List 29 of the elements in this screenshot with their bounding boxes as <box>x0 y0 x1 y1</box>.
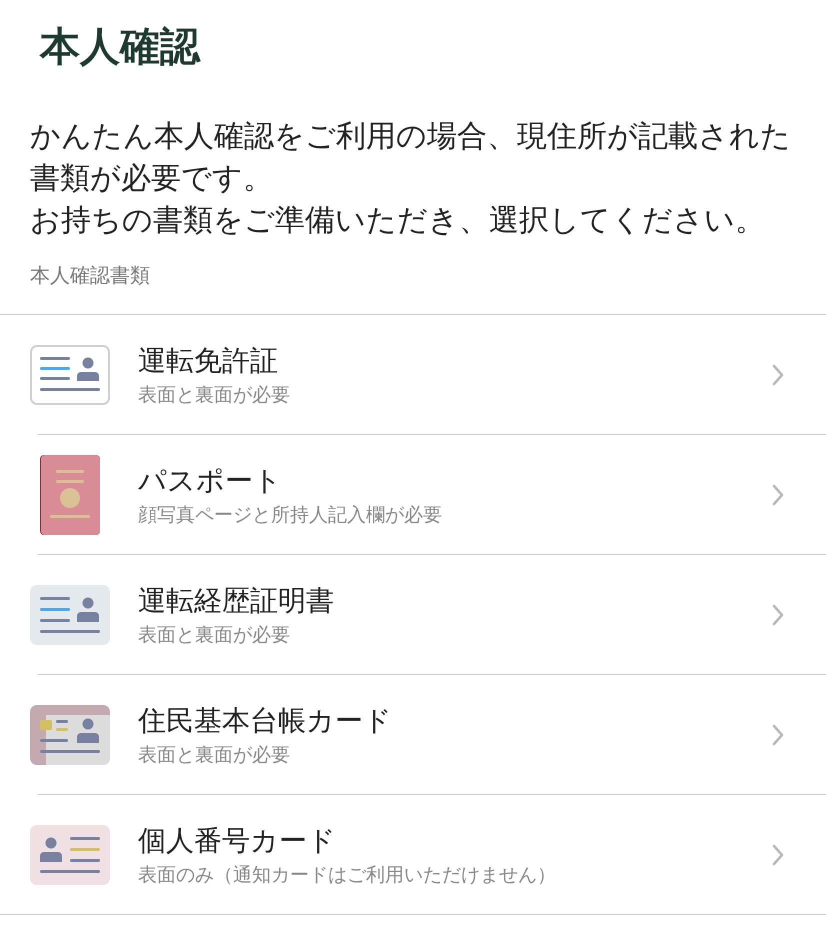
document-note: 表面と裏面が必要 <box>138 623 291 648</box>
page-title: 本人確認 <box>38 23 202 72</box>
id-card-icon <box>30 705 110 765</box>
document-item[interactable]: パスポート 顔写真ページと所持人記入欄が必要 <box>0 435 826 555</box>
document-name: 個人番号カード <box>138 823 337 859</box>
id-card-icon <box>30 345 110 405</box>
document-name: パスポート <box>138 463 283 499</box>
id-card-icon <box>30 585 110 645</box>
document-item[interactable]: 運転経歴証明書 表面と裏面が必要 <box>0 555 826 675</box>
document-item[interactable]: 住民基本台帳カード 表面と裏面が必要 <box>0 675 826 795</box>
chevron-right-icon <box>772 364 784 386</box>
document-note: 表面と裏面が必要 <box>138 743 291 768</box>
document-item[interactable]: 個人番号カード 表面のみ（通知カードはご利用いただけません） <box>0 795 826 915</box>
description: かんたん本人確認をご利用の場合、現住所が記載された書類が必要です。 <box>30 118 792 198</box>
description: お持ちの書類をご準備いただき、選択してください。 <box>30 202 766 240</box>
id-card-icon <box>30 825 110 885</box>
document-note: 顔写真ページと所持人記入欄が必要 <box>138 503 443 528</box>
document-item[interactable]: 運転免許証 表面と裏面が必要 <box>0 315 826 435</box>
chevron-right-icon <box>772 724 784 746</box>
document-note: 表面と裏面が必要 <box>138 383 291 408</box>
chevron-right-icon <box>772 484 784 506</box>
chevron-right-icon <box>772 844 784 866</box>
document-name: 住民基本台帳カード <box>138 703 393 739</box>
passport-icon <box>40 455 100 535</box>
document-name: 運転経歴証明書 <box>138 583 335 619</box>
document-name: 運転免許証 <box>138 343 279 379</box>
section-label: 本人確認書類 <box>30 262 151 289</box>
document-note: 表面のみ（通知カードはご利用いただけません） <box>138 863 557 888</box>
chevron-right-icon <box>772 604 784 626</box>
